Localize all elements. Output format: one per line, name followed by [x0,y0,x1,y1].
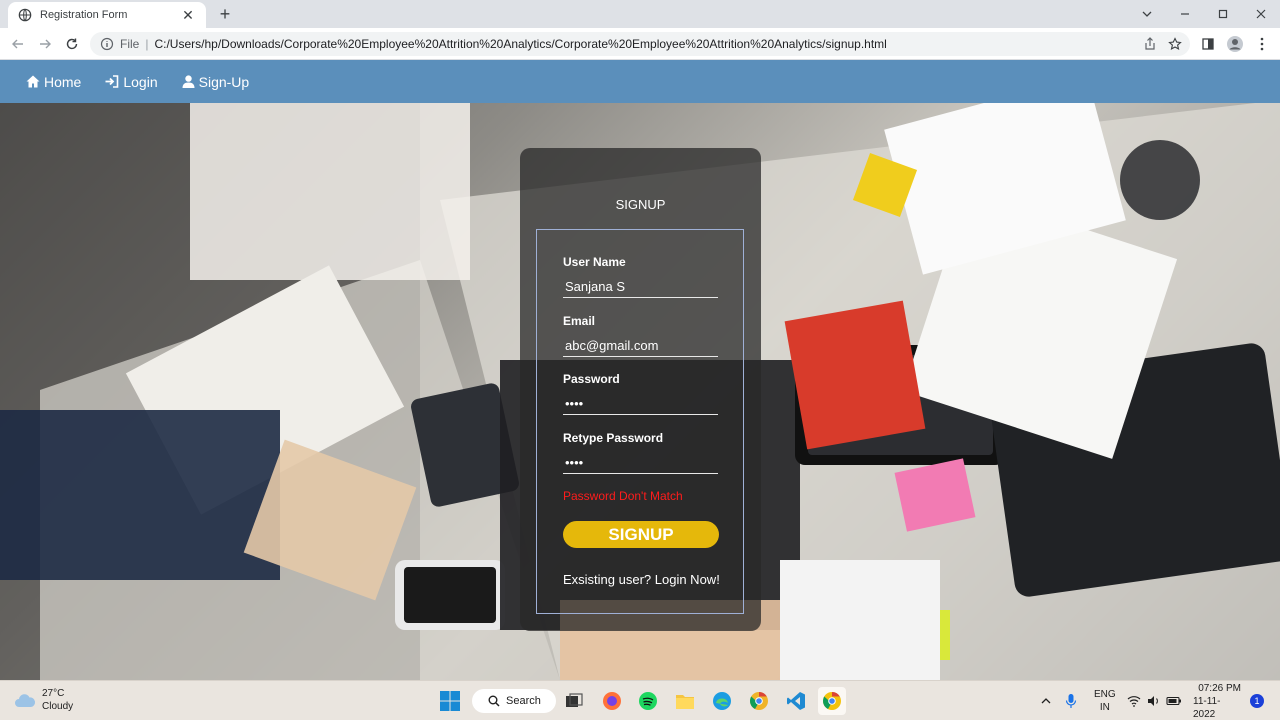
nav-login-label: Login [123,73,158,90]
signup-card: SIGNUP User Name Email Password Retype P… [520,148,761,631]
login-icon [105,75,119,88]
url-separator: | [145,37,149,51]
star-icon[interactable] [1163,32,1187,56]
nav-signup[interactable]: Sign-Up [182,73,250,90]
weather-widget[interactable]: 27°C Cloudy [14,687,73,713]
chrome-canary-icon[interactable] [745,687,773,715]
email-field[interactable] [563,335,718,357]
login-now-link[interactable]: Exsisting user? Login Now! [563,572,720,587]
file-explorer-icon[interactable] [671,687,699,715]
tab-title: Registration Form [40,9,128,21]
browser-toolbar: File | C:/Users/hp/Downloads/Corporate%2… [0,28,1280,60]
minimize-icon[interactable] [1166,0,1204,28]
back-arrow-icon[interactable] [6,32,30,56]
notification-badge[interactable]: 1 [1250,681,1264,720]
tab-strip: Registration Form ✕ + [0,0,1280,28]
notification-count: 1 [1250,694,1264,708]
username-label: User Name [563,255,626,269]
chevron-down-icon[interactable] [1128,0,1166,28]
page-viewport: Home Login Sign-Up SIGNUP User Name Emai… [0,60,1280,680]
profile-avatar-icon[interactable] [1223,32,1247,56]
task-view-icon[interactable] [560,687,588,715]
weather-temp: 27°C [42,688,65,699]
language-indicator[interactable]: ENG IN [1094,681,1116,720]
share-icon[interactable] [1138,32,1162,56]
region-code: IN [1099,702,1110,713]
reload-icon[interactable] [60,32,84,56]
volume-icon[interactable] [1147,681,1161,720]
battery-icon[interactable] [1166,681,1182,720]
weather-condition: Cloudy [42,701,74,712]
url-scheme: File [120,37,140,51]
firefox-icon[interactable] [598,687,626,715]
close-window-icon[interactable] [1242,0,1280,28]
microphone-icon[interactable] [1065,681,1077,720]
retype-password-field[interactable] [563,452,718,474]
wifi-icon[interactable] [1127,681,1141,720]
windows-taskbar: 27°C Cloudy Search ENG IN 07:26 PM 11-11… [0,680,1280,720]
browser-tab[interactable]: Registration Form ✕ [8,2,206,28]
nav-home-label: Home [44,73,82,90]
user-icon [182,75,195,88]
vscode-icon[interactable] [782,687,810,715]
clock-time: 07:26 PM [1198,682,1241,694]
search-label: Search [506,695,541,707]
side-panel-icon[interactable] [1196,32,1220,56]
password-error-message: Password Don't Match [563,489,683,503]
signup-form: User Name Email Password Retype Password… [536,229,744,614]
taskbar-search[interactable]: Search [472,689,556,713]
clock-date: 11-11-2022 [1193,695,1221,720]
top-navbar: Home Login Sign-Up [0,60,1280,103]
chrome-icon[interactable] [818,687,846,715]
globe-icon [18,8,32,22]
maximize-icon[interactable] [1204,0,1242,28]
tray-chevron-up-icon[interactable] [1040,681,1052,720]
nav-home[interactable]: Home [26,74,81,90]
more-menu-icon[interactable] [1250,32,1274,56]
url-text[interactable]: C:/Users/hp/Downloads/Corporate%20Employ… [154,37,886,51]
new-tab-button[interactable]: + [214,3,236,25]
username-field[interactable] [563,276,718,298]
password-field[interactable] [563,393,718,415]
cloud-icon [15,694,36,707]
form-title: SIGNUP [615,197,666,212]
forward-arrow-icon[interactable] [33,32,57,56]
nav-login[interactable]: Login [105,73,158,90]
language-code: ENG [1094,689,1116,700]
edge-icon[interactable] [708,687,736,715]
info-icon[interactable] [100,37,114,51]
signup-button[interactable]: SIGNUP [563,521,719,548]
clock[interactable]: 07:26 PM 11-11-2022 [1193,681,1241,720]
retype-password-label: Retype Password [563,431,664,445]
search-icon [488,695,500,707]
email-label: Email [563,314,596,328]
nav-signup-label: Sign-Up [198,73,250,90]
close-tab-icon[interactable]: ✕ [180,7,196,23]
home-icon [26,75,40,88]
windows-start-icon[interactable] [436,687,464,715]
spotify-icon[interactable] [634,687,662,715]
password-label: Password [563,372,620,386]
address-bar[interactable]: File | C:/Users/hp/Downloads/Corporate%2… [90,32,1190,56]
